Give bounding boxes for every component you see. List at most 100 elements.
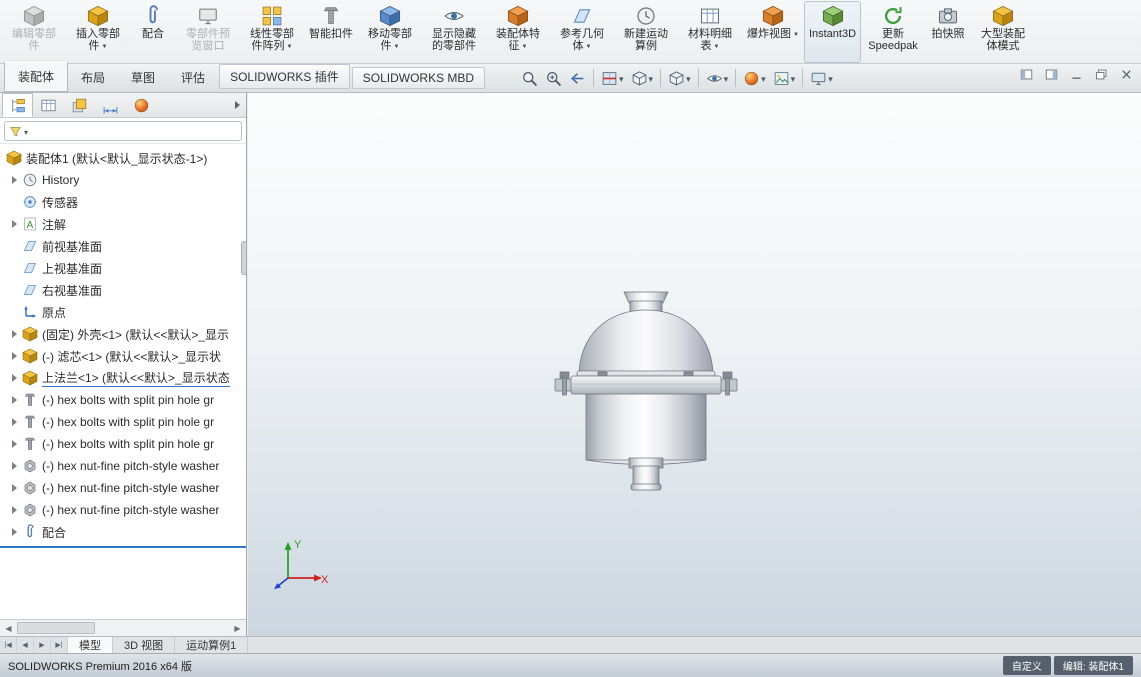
- panel-tab-dimxpert[interactable]: [95, 93, 126, 117]
- apply-scene-button[interactable]: [770, 67, 799, 89]
- close-button[interactable]: [1116, 66, 1136, 83]
- assembly-features-button[interactable]: 装配体特征: [486, 1, 550, 63]
- bottomtab-motion-study-1[interactable]: 运动算例1: [175, 637, 249, 653]
- next-tab-icon[interactable]: ▶: [34, 637, 51, 653]
- scroll-left-icon[interactable]: ◀: [0, 620, 17, 636]
- edit-appearance-button[interactable]: [740, 67, 769, 89]
- tree-item-hex-bolts-3[interactable]: (-) hex bolts with split pin hole gr: [0, 433, 246, 455]
- tree-item-hex-bolts-2[interactable]: (-) hex bolts with split pin hole gr: [0, 411, 246, 433]
- update-speedpak-button[interactable]: 更新 Speedpak: [861, 1, 925, 63]
- reference-geometry-button[interactable]: 参考几何体: [550, 1, 614, 63]
- component-preview-window-button[interactable]: 零部件预览窗口: [176, 1, 240, 63]
- expand-arrow-icon[interactable]: [8, 506, 21, 514]
- edit-component-icon: [23, 5, 45, 27]
- expand-arrow-icon[interactable]: [8, 374, 21, 382]
- pane-left-icon: [1020, 68, 1033, 81]
- tree-root-assembly[interactable]: 装配体1 (默认<默认_显示状态-1>): [0, 147, 246, 169]
- take-snapshot-button[interactable]: 拍快照: [925, 1, 971, 63]
- panel-horizontal-scrollbar[interactable]: ◀ ▶: [0, 619, 246, 636]
- tab-sketch[interactable]: 草图: [118, 64, 168, 92]
- restore-button[interactable]: [1091, 66, 1111, 83]
- tree-item-top-plane[interactable]: 上视基准面: [0, 257, 246, 279]
- hide-show-items-button[interactable]: [703, 67, 732, 89]
- status-units-selector[interactable]: 自定义: [1002, 656, 1051, 675]
- tab-evaluate[interactable]: 评估: [168, 64, 218, 92]
- tree-item-front-plane[interactable]: 前视基准面: [0, 235, 246, 257]
- tab-solidworks-addins[interactable]: SOLIDWORKS 插件: [219, 64, 350, 89]
- section-view-button[interactable]: [598, 67, 627, 89]
- expand-arrow-icon[interactable]: [8, 440, 21, 448]
- bill-of-materials-button[interactable]: 材料明细表: [678, 1, 742, 63]
- tree-item-hex-nut-2[interactable]: (-) hex nut-fine pitch-style washer: [0, 477, 246, 499]
- zoom-fit-button[interactable]: [518, 68, 541, 89]
- view-orientation-button[interactable]: [628, 67, 657, 89]
- panel-flyout-button[interactable]: [228, 93, 246, 117]
- panel-tab-displaymanager[interactable]: [126, 93, 157, 117]
- tab-layout[interactable]: 布局: [68, 64, 118, 92]
- tree-item-outer-shell[interactable]: (固定) 外壳<1> (默认<<默认>_显示: [0, 323, 246, 345]
- filter-input[interactable]: [30, 123, 237, 139]
- tree-item-upper-flange[interactable]: 上法兰<1> (默认<<默认>_显示状态: [0, 367, 246, 389]
- dropdown-arrow-icon: [648, 69, 654, 87]
- show-hidden-components-button[interactable]: 显示隐藏的零部件: [422, 1, 486, 63]
- expand-arrow-icon[interactable]: [8, 220, 21, 228]
- bottomtab-model[interactable]: 模型: [68, 637, 113, 653]
- last-tab-icon[interactable]: ▶|: [51, 637, 68, 653]
- expand-arrow-icon[interactable]: [8, 418, 21, 426]
- tree-item-sensors[interactable]: 传感器: [0, 191, 246, 213]
- instant3d-button[interactable]: Instant3D: [803, 1, 862, 63]
- scroll-right-icon[interactable]: ▶: [229, 620, 246, 636]
- expand-arrow-icon[interactable]: [8, 484, 21, 492]
- tree-item-hex-bolts-1[interactable]: (-) hex bolts with split pin hole gr: [0, 389, 246, 411]
- large-assembly-mode-button[interactable]: 大型装配体模式: [971, 1, 1035, 63]
- expand-arrow-icon[interactable]: [8, 330, 21, 338]
- hide-show-items-icon: [706, 70, 723, 87]
- panel-tab-configurations[interactable]: [64, 93, 95, 117]
- scrollbar-thumb[interactable]: [17, 622, 95, 634]
- first-tab-icon[interactable]: |◀: [0, 637, 17, 653]
- bottomtab-3d-views[interactable]: 3D 视图: [113, 637, 176, 653]
- previous-view-button[interactable]: [566, 68, 589, 89]
- tree-item-hex-nut-1[interactable]: (-) hex nut-fine pitch-style washer: [0, 455, 246, 477]
- tree-item-annotations[interactable]: 注解: [0, 213, 246, 235]
- tree-item-history[interactable]: History: [0, 169, 246, 191]
- minimize-button[interactable]: [1066, 66, 1086, 83]
- exploded-view-button[interactable]: 爆炸视图: [742, 1, 804, 63]
- move-component-button[interactable]: 移动零部件: [358, 1, 422, 63]
- zoom-area-icon: [545, 70, 562, 87]
- expand-arrow-icon[interactable]: [8, 176, 21, 184]
- featuremanager-tree-icon: [9, 97, 26, 114]
- panel-tab-propertymanager[interactable]: [33, 93, 64, 117]
- smart-fasteners-button[interactable]: 智能扣件: [304, 1, 358, 63]
- previous-tab-icon[interactable]: ◀: [17, 637, 34, 653]
- panel-tab-featuremanager[interactable]: [2, 93, 33, 117]
- minimize-icon: [1070, 68, 1083, 81]
- tab-solidworks-mbd[interactable]: SOLIDWORKS MBD: [351, 67, 486, 89]
- tree-item-hex-nut-3[interactable]: (-) hex nut-fine pitch-style washer: [0, 499, 246, 521]
- expand-arrow-icon[interactable]: [8, 528, 21, 536]
- tab-assembly[interactable]: 装配体: [4, 62, 69, 92]
- view-settings-button[interactable]: [807, 67, 836, 89]
- display-style-button[interactable]: [665, 67, 694, 89]
- expand-arrow-icon[interactable]: [8, 396, 21, 404]
- linear-component-pattern-button[interactable]: 线性零部件阵列: [240, 1, 304, 63]
- tree-item-right-plane[interactable]: 右视基准面: [0, 279, 246, 301]
- tree-filter-box[interactable]: [4, 121, 242, 141]
- panel-splitter-grip[interactable]: [241, 241, 247, 275]
- graphics-area[interactable]: Y X: [248, 93, 1141, 636]
- tree-item-filter-core[interactable]: (-) 滤芯<1> (默认<<默认>_显示状: [0, 345, 246, 367]
- pane-left-button[interactable]: [1016, 66, 1036, 83]
- mate-button[interactable]: 配合: [130, 1, 176, 63]
- pane-right-button[interactable]: [1041, 66, 1061, 83]
- tree-item-origin[interactable]: 原点: [0, 301, 246, 323]
- expand-arrow-icon[interactable]: [8, 462, 21, 470]
- scrollbar-track[interactable]: [95, 620, 229, 636]
- zoom-area-button[interactable]: [542, 68, 565, 89]
- dropdown-arrow-icon: [285, 40, 293, 52]
- new-motion-study-button[interactable]: 新建运动算例: [614, 1, 678, 63]
- expand-arrow-icon[interactable]: [8, 352, 21, 360]
- edit-component-button[interactable]: 编辑零部件: [2, 1, 66, 63]
- tree-item-mates[interactable]: 配合: [0, 521, 246, 543]
- bolt-part-icon: [22, 414, 38, 430]
- insert-component-button[interactable]: 插入零部件: [66, 1, 130, 63]
